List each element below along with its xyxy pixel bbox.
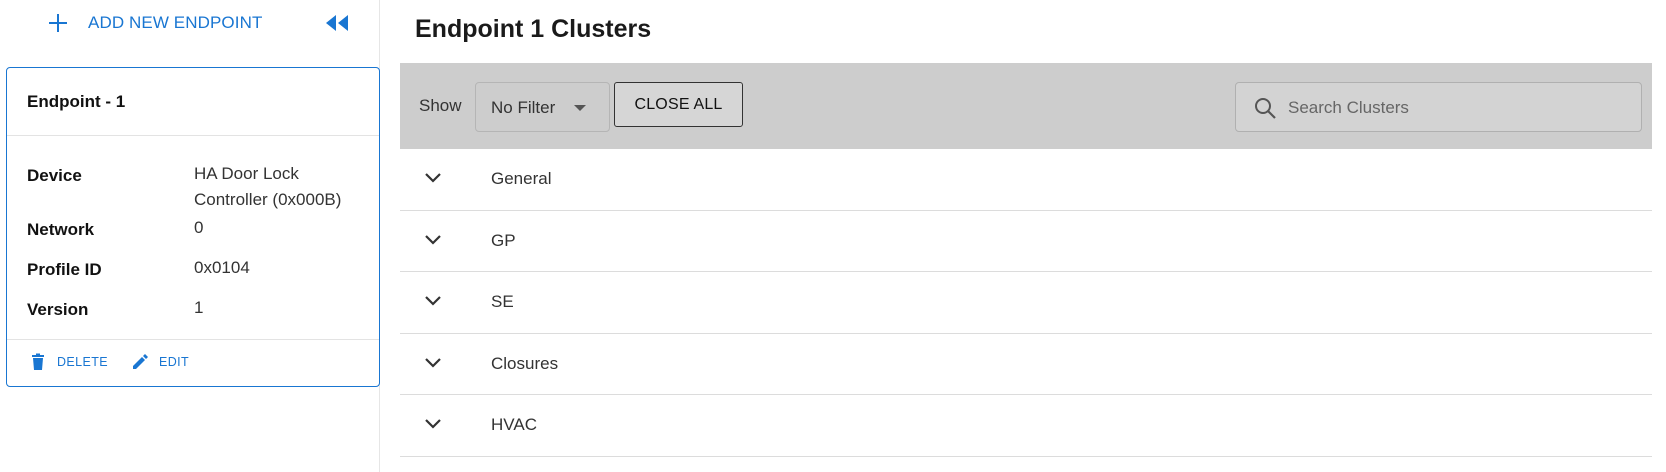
divider bbox=[7, 339, 379, 340]
divider bbox=[7, 135, 379, 136]
cluster-list: General GP SE Closures HVAC bbox=[400, 149, 1652, 457]
delete-endpoint-button[interactable]: DELETE bbox=[29, 353, 108, 371]
chevron-down-icon[interactable] bbox=[424, 295, 442, 307]
cluster-name: SE bbox=[491, 292, 514, 311]
cluster-toolbar: Show No Filter CLOSE ALL bbox=[400, 63, 1652, 149]
close-all-button[interactable]: CLOSE ALL bbox=[614, 82, 743, 127]
search-input[interactable] bbox=[1288, 93, 1628, 123]
cluster-name: General bbox=[491, 169, 552, 188]
chevron-down-icon[interactable] bbox=[424, 418, 442, 430]
profile-id-value: 0x0104 bbox=[194, 258, 250, 277]
plus-icon bbox=[49, 14, 67, 32]
network-label: Network bbox=[27, 220, 95, 239]
endpoint-card-title: Endpoint - 1 bbox=[27, 92, 126, 111]
cluster-row-se[interactable]: SE bbox=[400, 272, 1652, 334]
endpoint-card[interactable]: Endpoint - 1 Device HA Door Lock Control… bbox=[6, 67, 380, 387]
add-new-endpoint-button[interactable]: ADD NEW ENDPOINT bbox=[48, 9, 262, 37]
trash-icon bbox=[32, 353, 44, 370]
search-box[interactable] bbox=[1235, 82, 1642, 132]
edit-endpoint-button[interactable]: EDIT bbox=[131, 353, 189, 371]
profile-id-label: Profile ID bbox=[27, 260, 102, 279]
device-label: Device bbox=[27, 166, 82, 185]
pencil-icon bbox=[133, 354, 148, 369]
filter-value: No Filter bbox=[491, 98, 556, 117]
chevron-down-icon[interactable] bbox=[424, 357, 442, 369]
double-chevron-left-icon[interactable] bbox=[324, 12, 350, 34]
delete-label: DELETE bbox=[57, 355, 109, 369]
device-value: HA Door Lock Controller (0x000B) bbox=[194, 164, 342, 209]
endpoint-sidebar: ADD NEW ENDPOINT Endpoint - 1 Device HA … bbox=[0, 0, 380, 472]
chevron-down-icon[interactable] bbox=[424, 234, 442, 246]
cluster-name: GP bbox=[491, 230, 516, 250]
sidebar-header: ADD NEW ENDPOINT bbox=[0, 0, 380, 46]
cluster-row-closures[interactable]: Closures bbox=[400, 334, 1652, 395]
page-title: Endpoint 1 Clusters bbox=[415, 15, 652, 43]
clusters-panel: Endpoint 1 Clusters Show No Filter CLOSE… bbox=[400, 0, 1666, 472]
cluster-row-hvac[interactable]: HVAC bbox=[400, 395, 1652, 457]
show-label: Show bbox=[419, 96, 462, 115]
cluster-row-gp[interactable]: GP bbox=[400, 211, 1652, 272]
version-label: Version bbox=[27, 300, 89, 319]
chevron-down-icon[interactable] bbox=[424, 172, 442, 184]
dropdown-arrow-icon bbox=[574, 105, 586, 111]
cluster-row-general[interactable]: General bbox=[400, 149, 1652, 211]
network-value: 0 bbox=[194, 218, 204, 237]
search-icon bbox=[1255, 98, 1276, 119]
edit-label: EDIT bbox=[159, 355, 190, 369]
filter-select[interactable]: No Filter bbox=[475, 82, 610, 132]
cluster-name: Closures bbox=[491, 353, 559, 373]
version-value: 1 bbox=[194, 298, 204, 317]
add-new-endpoint-label: ADD NEW ENDPOINT bbox=[88, 13, 263, 32]
cluster-name: HVAC bbox=[491, 415, 537, 434]
